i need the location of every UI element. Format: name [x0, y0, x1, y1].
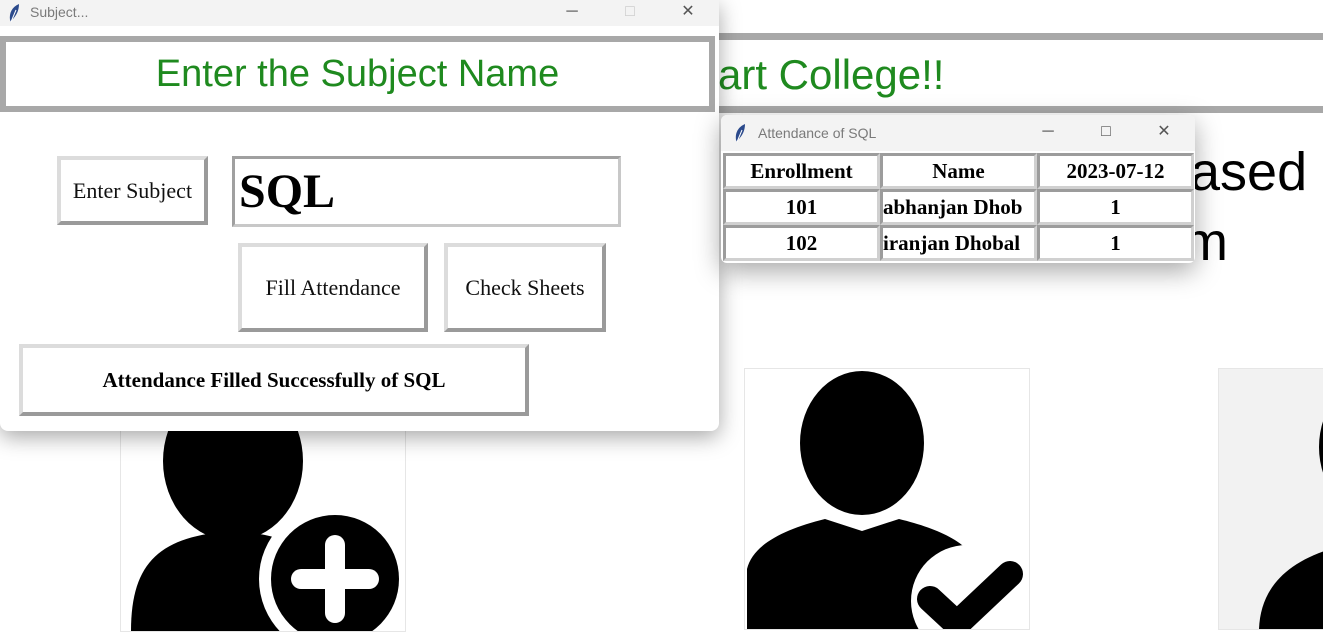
subject-window-titlebar[interactable]: Subject... ─ □ ✕: [0, 0, 719, 26]
subject-window-title: Subject...: [30, 4, 89, 20]
subject-header: Enter the Subject Name: [0, 36, 715, 112]
fill-attendance-button[interactable]: Fill Attendance: [238, 243, 428, 332]
subject-input[interactable]: [235, 159, 618, 224]
cell-name: iranjan Dhobal: [880, 225, 1037, 261]
subject-window: Subject... ─ □ ✕ Enter the Subject Name …: [0, 0, 719, 431]
attendance-window-title: Attendance of SQL: [758, 125, 877, 141]
status-message: Attendance Filled Successfully of SQL: [19, 344, 529, 416]
feather-icon: [9, 4, 19, 23]
subject-header-title: Enter the Subject Name: [155, 52, 560, 95]
close-button[interactable]: ✕: [1135, 115, 1193, 151]
minimize-button[interactable]: ─: [1019, 115, 1077, 151]
register-student-card[interactable]: [120, 430, 406, 632]
attendance-window: Attendance of SQL ─ □ ✕ Enrollment Name …: [721, 115, 1195, 263]
cell-enrollment: 101: [723, 189, 880, 225]
add-user-icon: [131, 431, 405, 631]
cell-attendance-mark: 1: [1037, 189, 1194, 225]
user-check-icon: [747, 371, 1023, 629]
take-attendance-card[interactable]: [744, 368, 1030, 630]
column-header-date: 2023-07-12: [1037, 153, 1194, 189]
cell-enrollment: 102: [723, 225, 880, 261]
subject-entry[interactable]: [232, 156, 621, 227]
attendance-window-titlebar[interactable]: Attendance of SQL ─ □ ✕: [721, 115, 1195, 151]
check-sheets-button[interactable]: Check Sheets: [444, 243, 606, 332]
maximize-button[interactable]: □: [601, 0, 659, 26]
cell-attendance-mark: 1: [1037, 225, 1194, 261]
feather-icon: [735, 124, 745, 143]
minimize-button[interactable]: ─: [543, 0, 601, 26]
column-header-enrollment: Enrollment: [723, 153, 880, 189]
column-header-name: Name: [880, 153, 1037, 189]
user-icon: [1259, 421, 1323, 629]
enter-subject-label: Enter Subject: [57, 156, 208, 225]
main-banner-title: art College!!: [718, 51, 945, 98]
close-button[interactable]: ✕: [659, 0, 717, 26]
view-attendance-card[interactable]: [1218, 368, 1323, 630]
cell-name: abhanjan Dhob: [880, 189, 1037, 225]
main-heading-line1: ased: [1190, 142, 1308, 202]
maximize-button[interactable]: □: [1077, 115, 1135, 151]
